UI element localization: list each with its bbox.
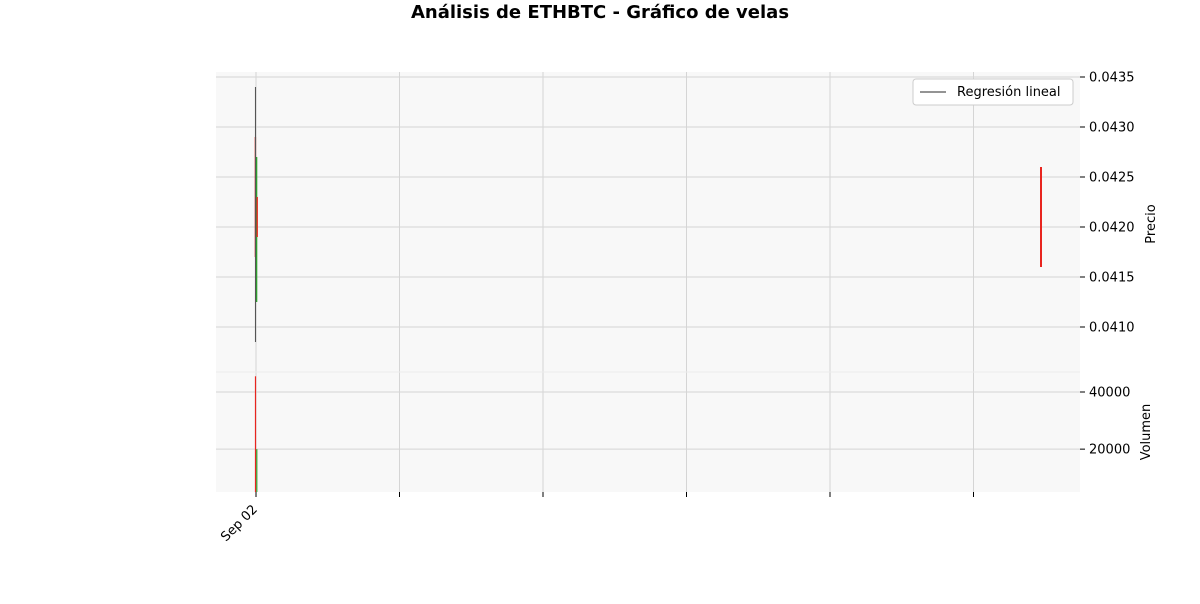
volume-tick-label: 20000 (1089, 443, 1130, 458)
volume-panel-background (216, 372, 1080, 492)
legend: Regresión lineal (913, 79, 1073, 105)
price-tick-label: 0.0435 (1089, 71, 1135, 86)
chart-svg: Análisis de ETHBTC - Gráfico de velas 0.… (0, 0, 1200, 600)
x-tick-label: Sep 02 (218, 502, 261, 545)
price-tick-label: 0.0420 (1089, 221, 1135, 236)
candlestick-chart: Análisis de ETHBTC - Gráfico de velas 0.… (0, 0, 1200, 600)
price-tick-label: 0.0410 (1089, 321, 1135, 336)
volume-tick-label: 40000 (1089, 386, 1130, 401)
legend-regression-label: Regresión lineal (957, 85, 1061, 100)
chart-title: Análisis de ETHBTC - Gráfico de velas (411, 2, 789, 23)
price-tick-label: 0.0425 (1089, 171, 1135, 186)
price-tick-label: 0.0430 (1089, 121, 1135, 136)
price-tick-label: 0.0415 (1089, 271, 1135, 286)
volume-axis-label: Volumen (1139, 404, 1154, 461)
price-axis-label: Precio (1144, 204, 1159, 243)
